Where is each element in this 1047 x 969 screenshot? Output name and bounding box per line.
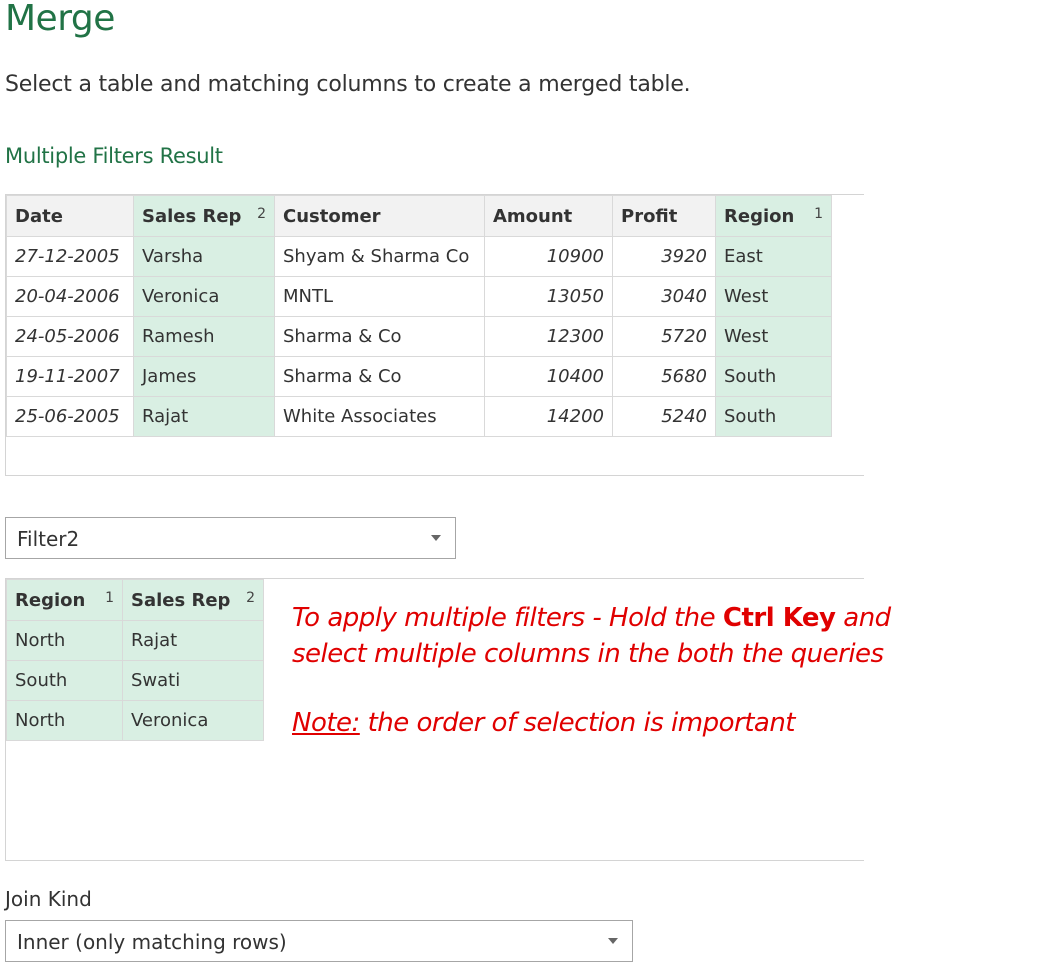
table-cell: North [6,700,123,741]
primary-header-row: Date Sales Rep 2 Customer Amount Profit R… [6,195,832,237]
table-cell: Ramesh [133,316,275,357]
column-header-label: Region [15,589,86,611]
annotation-emphasis: Ctrl Key [722,603,836,633]
column-header-label: Profit [621,205,678,227]
table-cell: North [6,620,123,661]
table-cell: 27-12-2005 [6,236,134,277]
column-header-label: Sales Rep [131,589,231,611]
table-cell: 25-06-2005 [6,396,134,437]
annotation-line-1: To apply multiple filters - Hold the Ctr… [292,600,891,636]
table-cell: 19-11-2007 [6,356,134,397]
chevron-down-icon [431,535,441,541]
table-cell: Rajat [133,396,275,437]
table-cell: West [715,276,832,317]
column-header-amount[interactable]: Amount [484,195,613,237]
table-cell: South [6,660,123,701]
note-text: the order of selection is important [359,708,796,738]
column-header-customer[interactable]: Customer [274,195,485,237]
column-header-sales-rep[interactable]: Sales Rep 2 [122,579,264,621]
join-kind-select[interactable]: Inner (only matching rows) [5,920,633,962]
join-kind-label: Join Kind [5,887,92,911]
table-cell: 5720 [612,316,716,357]
table-cell: 12300 [484,316,613,357]
table-cell: West [715,316,832,357]
note-label: Note: [292,708,360,738]
table-cell: James [133,356,275,397]
column-header-label: Customer [283,205,381,227]
table-row: South Swati [6,660,264,701]
table-cell: 3920 [612,236,716,277]
table-cell: 10400 [484,356,613,397]
chevron-down-icon [608,938,618,944]
annotation-note: Note: the order of selection is importan… [292,705,891,741]
table-cell: South [715,356,832,397]
annotation-line-2: select multiple columns in the both the … [292,639,884,669]
column-header-label: Date [15,205,63,227]
column-header-label: Sales Rep [142,205,242,227]
column-header-profit[interactable]: Profit [612,195,716,237]
table-cell: 14200 [484,396,613,437]
table-row: 27-12-2005 Varsha Shyam & Sharma Co 1090… [6,236,832,277]
table-cell: Veronica [133,276,275,317]
column-header-region[interactable]: Region 1 [715,195,832,237]
secondary-table-grid: Region 1 Sales Rep 2 North Rajat South Swa… [6,579,264,741]
table-cell: 13050 [484,276,613,317]
secondary-header-row: Region 1 Sales Rep 2 [6,579,264,621]
table-cell: Swati [122,660,264,701]
table-cell: 5240 [612,396,716,437]
column-header-region[interactable]: Region 1 [6,579,123,621]
column-header-label: Region [724,205,795,227]
table-row: North Rajat [6,620,264,661]
table-cell: Sharma & Co [274,356,485,397]
column-header-sales-rep[interactable]: Sales Rep 2 [133,195,275,237]
primary-table-preview: Date Sales Rep 2 Customer Amount Profit R… [5,194,864,476]
column-header-label: Amount [493,205,573,227]
secondary-query-value: Filter2 [17,527,80,551]
table-cell: 24-05-2006 [6,316,134,357]
selection-order-badge: 1 [105,589,114,606]
primary-table-grid: Date Sales Rep 2 Customer Amount Profit R… [6,195,832,437]
table-cell: Veronica [122,700,264,741]
primary-table-name: Multiple Filters Result [5,144,223,168]
instruction-annotation: To apply multiple filters - Hold the Ctr… [292,600,891,741]
table-row: 24-05-2006 Ramesh Sharma & Co 12300 5720… [6,316,832,357]
table-cell: White Associates [274,396,485,437]
table-cell: South [715,396,832,437]
join-kind-value: Inner (only matching rows) [17,930,287,954]
table-cell: 10900 [484,236,613,277]
selection-order-badge: 2 [257,205,266,222]
table-cell: 5680 [612,356,716,397]
table-cell: Rajat [122,620,264,661]
selection-order-badge: 1 [814,205,823,222]
column-header-date[interactable]: Date [6,195,134,237]
annotation-text: and [835,603,891,633]
table-row: 19-11-2007 James Sharma & Co 10400 5680 … [6,356,832,397]
dialog-subtitle: Select a table and matching columns to c… [5,72,691,97]
table-cell: Varsha [133,236,275,277]
table-cell: 3040 [612,276,716,317]
table-cell: MNTL [274,276,485,317]
table-cell: Sharma & Co [274,316,485,357]
table-row: North Veronica [6,700,264,741]
table-row: 20-04-2006 Veronica MNTL 13050 3040 West [6,276,832,317]
table-cell: East [715,236,832,277]
selection-order-badge: 2 [246,589,255,606]
table-row: 25-06-2005 Rajat White Associates 14200 … [6,396,832,437]
table-cell: Shyam & Sharma Co [274,236,485,277]
table-cell: 20-04-2006 [6,276,134,317]
annotation-text: To apply multiple filters - Hold the [292,603,723,633]
secondary-query-select[interactable]: Filter2 [5,517,456,559]
dialog-title: Merge [5,0,115,39]
